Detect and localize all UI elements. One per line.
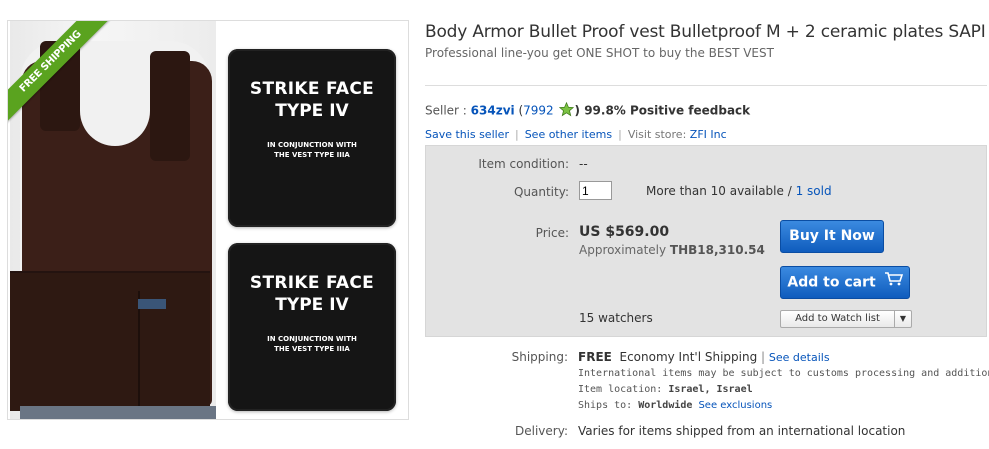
item-location-value: Israel, Israel	[668, 384, 753, 395]
separator: |	[761, 350, 766, 364]
ships-to-value: Worldwide	[638, 400, 693, 411]
price-value: US $569.00	[579, 224, 670, 240]
ships-to-label: Ships to:	[578, 400, 633, 411]
shipping-method: Economy Int'l Shipping	[619, 350, 758, 364]
visit-store-label: Visit store:	[627, 128, 687, 141]
seller-label: Seller :	[425, 103, 467, 118]
seller-name-link[interactable]: 634zvi	[471, 104, 515, 118]
delivery-value: Varies for items shipped from an interna…	[578, 424, 906, 438]
shipping-free: FREE	[578, 350, 612, 364]
condition-value: --	[579, 157, 588, 171]
customs-note: International items may be subject to cu…	[578, 368, 989, 379]
item-location-label: Item location:	[578, 384, 663, 395]
seller-info: Seller : 634zvi (7992 ) 99.8% Positive f…	[425, 101, 751, 120]
price-approximate: Approximately THB18,310.54	[579, 243, 765, 257]
add-to-cart-label: Add to cart	[787, 274, 876, 291]
watchers-count: 15 watchers	[579, 311, 653, 325]
store-link[interactable]: ZFI Inc	[690, 128, 727, 141]
quantity-label: Quantity:	[513, 185, 569, 199]
buy-box: Item condition: -- Quantity: More than 1…	[425, 145, 987, 337]
separator: |	[514, 128, 519, 141]
triangle-down-icon[interactable]: ▼	[894, 311, 911, 327]
approx-label: Approximately	[579, 243, 667, 257]
watch-list-label: Add to Watch list	[795, 313, 880, 324]
plate-text: IN CONJUNCTION WITH	[267, 141, 357, 149]
availability: More than 10 available / 1 sold	[646, 184, 832, 198]
ceramic-plate-image-top[interactable]: STRIKE FACE TYPE IV IN CONJUNCTION WITH …	[228, 49, 396, 227]
see-exclusions-link[interactable]: See exclusions	[698, 400, 772, 411]
image-panel: FREE SHIPPING STRIKE FACE TYPE IV IN CON…	[7, 20, 409, 420]
separator: |	[618, 128, 622, 141]
divider	[425, 85, 987, 86]
plate-text: THE VEST TYPE IIIA	[274, 151, 350, 159]
plate-text: STRIKE FACE	[249, 273, 375, 293]
listing-subtitle: Professional line-you get ONE SHOT to bu…	[425, 46, 774, 60]
shipping-label: Shipping:	[511, 350, 568, 364]
see-details-link[interactable]: See details	[769, 351, 830, 364]
plate-text: TYPE IV	[275, 295, 349, 315]
availability-text: More than 10 available /	[646, 184, 792, 198]
seller-links: Save this seller | See other items | Visit s…	[425, 128, 727, 141]
approx-value: THB18,310.54	[669, 243, 765, 257]
condition-label: Item condition:	[478, 157, 569, 171]
ceramic-plate-image-bottom[interactable]: STRIKE FACE TYPE IV IN CONJUNCTION WITH …	[228, 243, 396, 411]
price-label: Price:	[535, 226, 569, 240]
shipping-info: FREE Economy Int'l Shipping | See detail…	[578, 350, 830, 364]
shopping-cart-icon	[884, 267, 903, 298]
plate-text: TYPE IV	[275, 101, 349, 121]
add-to-watch-list-button[interactable]: Add to Watch list ▼	[780, 310, 912, 328]
listing-title: Body Armor Bullet Proof vest Bulletproof…	[425, 22, 986, 42]
plate-text: THE VEST TYPE IIIA	[274, 345, 350, 353]
green-star-icon	[558, 101, 574, 120]
add-to-cart-button[interactable]: Add to cart	[780, 266, 910, 299]
delivery-label: Delivery:	[515, 424, 568, 438]
item-location: Item location: Israel, Israel	[578, 384, 753, 395]
buy-it-now-button[interactable]: Buy It Now	[780, 220, 884, 253]
plate-text: STRIKE FACE	[249, 79, 375, 99]
plate-text: IN CONJUNCTION WITH	[267, 335, 357, 343]
ships-to: Ships to: Worldwide See exclusions	[578, 400, 772, 411]
sold-link[interactable]: 1 sold	[796, 184, 832, 198]
seller-score-link[interactable]: 7992	[523, 104, 554, 118]
see-other-items-link[interactable]: See other items	[525, 128, 612, 141]
save-seller-link[interactable]: Save this seller	[425, 128, 509, 141]
positive-feedback: ) 99.8% Positive feedback	[574, 103, 751, 118]
quantity-input[interactable]	[579, 181, 612, 200]
